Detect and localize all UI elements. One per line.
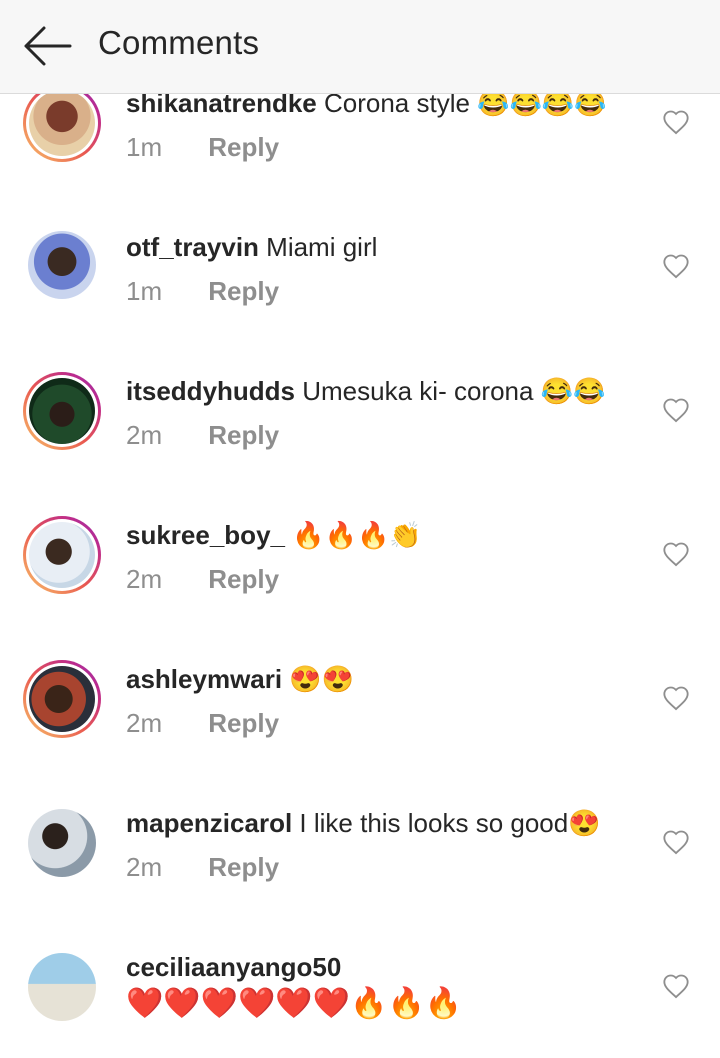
comment-meta: 2m Reply xyxy=(126,418,279,452)
comment-username[interactable]: mapenzicarol xyxy=(126,808,292,838)
comment-body: I like this looks so good😍 xyxy=(299,808,601,838)
comment-time: 2m xyxy=(126,708,163,738)
reply-button[interactable]: Reply xyxy=(208,276,279,306)
comment-meta: 2m Reply xyxy=(126,562,279,596)
avatar[interactable] xyxy=(23,516,101,594)
comment-body: Miami girl xyxy=(266,232,378,262)
comment-text: otf_trayvin Miami girl xyxy=(126,230,377,264)
heart-icon[interactable] xyxy=(662,973,690,999)
comment-body: ❤️❤️❤️❤️❤️❤️🔥🔥🔥 xyxy=(126,987,463,1020)
avatar[interactable] xyxy=(23,226,101,304)
comment-username[interactable]: otf_trayvin xyxy=(126,232,259,262)
comment-body: 🔥🔥🔥👏 xyxy=(292,520,422,550)
reply-button[interactable]: Reply xyxy=(208,132,279,162)
arrow-left-icon[interactable] xyxy=(18,22,76,70)
comment-username[interactable]: itseddyhudds xyxy=(126,376,295,406)
avatar[interactable] xyxy=(23,804,101,882)
comment-time: 1m xyxy=(126,132,163,162)
avatar[interactable] xyxy=(23,84,101,162)
avatar[interactable] xyxy=(23,660,101,738)
comment-item: ashleymwari 😍😍 2m Reply xyxy=(0,626,720,770)
reply-button[interactable]: Reply xyxy=(208,708,279,738)
comments-list: shikanatrendke Corona style 😂😂😂😂 1m Repl… xyxy=(0,0,720,1046)
comment-body: 😍😍 xyxy=(289,664,355,694)
reply-button[interactable]: Reply xyxy=(208,852,279,882)
comment-item: otf_trayvin Miami girl 1m Reply xyxy=(0,194,720,338)
comment-time: 1m xyxy=(126,276,163,306)
comment-text: sukree_boy_ 🔥🔥🔥👏 xyxy=(126,518,422,552)
heart-icon[interactable] xyxy=(662,685,690,711)
heart-icon[interactable] xyxy=(662,397,690,423)
comment-body: Umesuka ki- corona 😂😂 xyxy=(302,376,606,406)
comment-meta: 1m Reply xyxy=(126,130,279,164)
comment-meta: 1m Reply xyxy=(126,274,279,308)
comment-item: ceciliaanyango50 ❤️❤️❤️❤️❤️❤️🔥🔥🔥 xyxy=(0,914,720,1058)
page-title: Comments xyxy=(98,24,260,61)
comment-meta: 2m Reply xyxy=(126,706,279,740)
comment-username[interactable]: sukree_boy_ xyxy=(126,520,285,550)
avatar[interactable] xyxy=(23,948,101,1026)
comment-text: ashleymwari 😍😍 xyxy=(126,662,354,696)
reply-button[interactable]: Reply xyxy=(208,420,279,450)
comment-time: 2m xyxy=(126,564,163,594)
comment-time: 2m xyxy=(126,852,163,882)
heart-icon[interactable] xyxy=(662,253,690,279)
comment-item: mapenzicarol I like this looks so good😍 … xyxy=(0,770,720,914)
comment-item: itseddyhudds Umesuka ki- corona 😂😂 2m Re… xyxy=(0,338,720,482)
avatar[interactable] xyxy=(23,372,101,450)
top-bar: Comments xyxy=(0,0,720,94)
comment-username[interactable]: ceciliaanyango50 xyxy=(126,952,341,982)
heart-icon[interactable] xyxy=(662,109,690,135)
comment-time: 2m xyxy=(126,420,163,450)
comment-item: sukree_boy_ 🔥🔥🔥👏 2m Reply xyxy=(0,482,720,626)
heart-icon[interactable] xyxy=(662,541,690,567)
comment-text: ceciliaanyango50 xyxy=(126,950,341,984)
reply-button[interactable]: Reply xyxy=(208,564,279,594)
comment-username[interactable]: ashleymwari xyxy=(126,664,282,694)
comment-meta: 2m Reply xyxy=(126,850,279,884)
comment-text: itseddyhudds Umesuka ki- corona 😂😂 xyxy=(126,374,605,408)
heart-icon[interactable] xyxy=(662,829,690,855)
comment-text: mapenzicarol I like this looks so good😍 xyxy=(126,806,601,840)
